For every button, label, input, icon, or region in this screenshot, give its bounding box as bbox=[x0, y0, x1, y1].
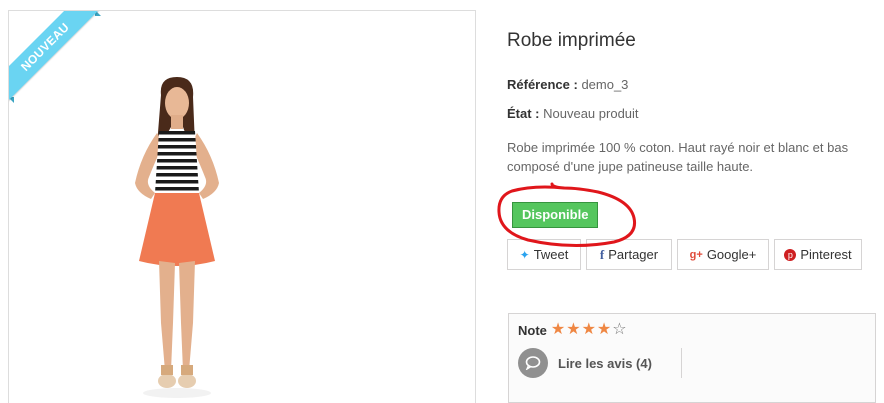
pinterest-label: Pinterest bbox=[800, 247, 852, 262]
new-badge: NOUVEAU bbox=[9, 11, 109, 111]
tweet-button[interactable]: ✦ Tweet bbox=[507, 239, 581, 270]
read-reviews-link[interactable]: Lire les avis (4) bbox=[518, 348, 652, 378]
product-image-container[interactable]: NOUVEAU bbox=[8, 10, 476, 403]
twitter-icon: ✦ bbox=[519, 247, 530, 262]
star-full-icon: ★ bbox=[550, 321, 566, 338]
rating-stars: ★ ★ ★ ★ ☆ bbox=[551, 322, 627, 338]
google-plus-button[interactable]: g+ Google+ bbox=[677, 239, 769, 270]
tweet-label: Tweet bbox=[533, 247, 569, 262]
availability-badge: Disponible bbox=[512, 202, 599, 228]
reference-value: demo_3 bbox=[581, 77, 629, 92]
star-empty-icon: ☆ bbox=[612, 321, 627, 338]
pinterest-icon: p bbox=[784, 248, 797, 261]
product-title: Robe imprimée bbox=[507, 30, 636, 51]
share-label: Partager bbox=[608, 247, 659, 262]
reference-label: Référence : bbox=[507, 77, 578, 92]
product-condition: État : Nouveau produit bbox=[507, 106, 639, 121]
product-photo[interactable] bbox=[99, 75, 249, 403]
condition-label: État : bbox=[507, 106, 540, 121]
star-full-icon: ★ bbox=[581, 321, 596, 338]
reviews-box: Note ★ ★ ★ ★ ☆ Lire les avis (4) bbox=[508, 313, 876, 403]
pinterest-button[interactable]: p Pinterest bbox=[774, 239, 862, 270]
reviews-divider bbox=[681, 348, 682, 378]
product-reference: Référence : demo_3 bbox=[507, 77, 628, 92]
rating-row: Note ★ ★ ★ ★ ☆ bbox=[518, 322, 627, 338]
new-badge-label: NOUVEAU bbox=[9, 11, 103, 105]
condition-value: Nouveau produit bbox=[543, 106, 639, 121]
star-full-icon: ★ bbox=[566, 321, 581, 338]
share-button[interactable]: f Partager bbox=[586, 239, 672, 270]
read-reviews-label[interactable]: Lire les avis (4) bbox=[558, 356, 652, 371]
star-full-icon: ★ bbox=[596, 321, 612, 338]
facebook-icon: f bbox=[599, 246, 605, 262]
rating-label: Note bbox=[518, 322, 547, 338]
comment-bubble-icon bbox=[518, 348, 548, 378]
google-plus-icon: g+ bbox=[689, 248, 703, 261]
google-plus-label: Google+ bbox=[706, 247, 757, 262]
product-description: Robe imprimée 100 % coton. Haut rayé noi… bbox=[507, 140, 849, 174]
